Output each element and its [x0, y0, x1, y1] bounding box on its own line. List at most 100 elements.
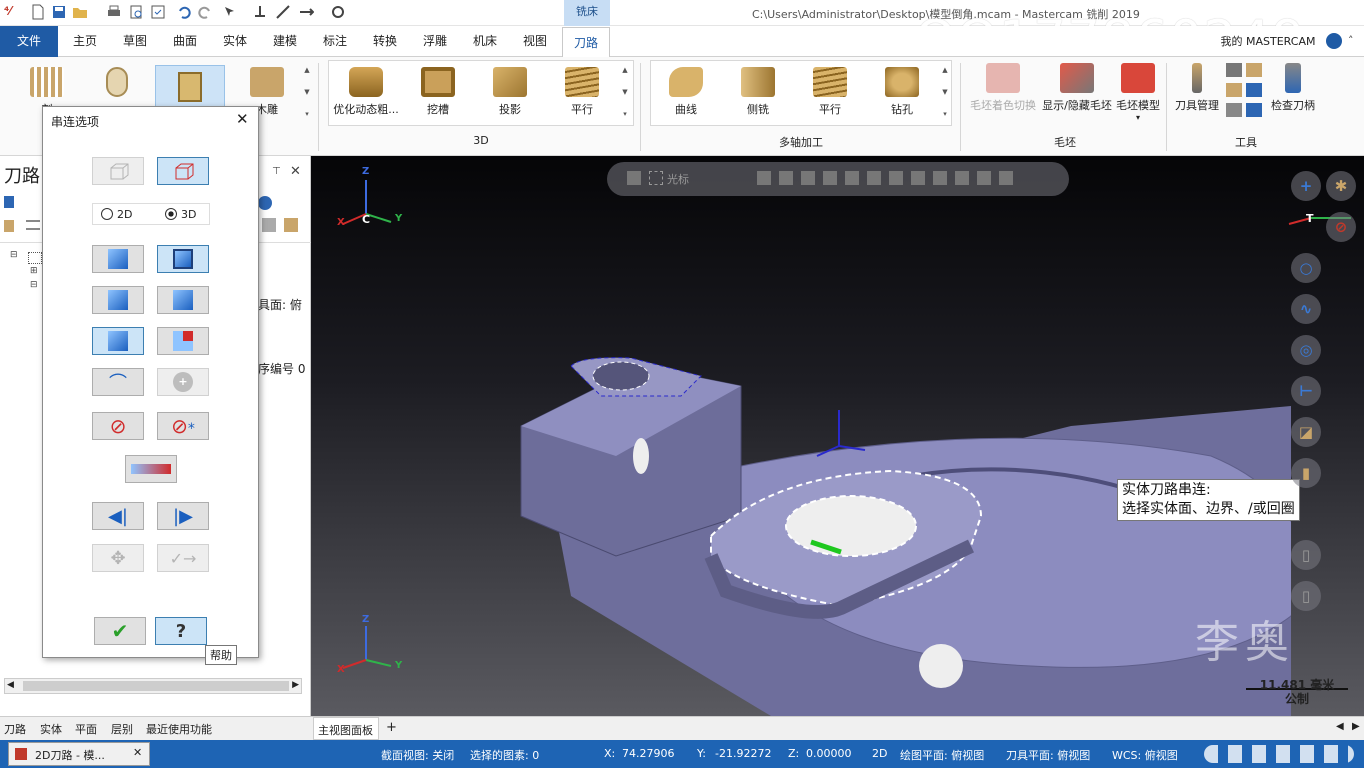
solid-mode-button[interactable] — [157, 157, 209, 185]
reverse-button[interactable] — [125, 455, 177, 483]
tab-transform[interactable]: 转换 — [362, 26, 408, 57]
measure-icon[interactable]: ⊢ — [1291, 376, 1321, 406]
lock-icon[interactable] — [4, 220, 14, 232]
tab-machine[interactable]: 机床 — [462, 26, 508, 57]
grid-icon[interactable] — [262, 218, 276, 232]
radio-3d[interactable] — [165, 208, 177, 220]
tool-small-icon[interactable] — [1226, 83, 1242, 97]
unselect-button[interactable]: ⊘ — [92, 412, 144, 440]
solid-part-model[interactable] — [511, 346, 1291, 716]
btn-show-hide-stock[interactable]: 显示/隐藏毛坯 — [1040, 63, 1114, 113]
tab-solid[interactable]: 实体 — [212, 26, 258, 57]
help-globe-icon[interactable] — [1326, 33, 1342, 49]
tab-main-view-sheet[interactable]: 主视图面板 — [313, 717, 379, 740]
scroll-down-icon[interactable]: ▼ — [940, 87, 950, 97]
select-partial-button[interactable] — [157, 327, 209, 355]
wireframe-mode-button[interactable] — [92, 157, 144, 185]
help-icon[interactable] — [258, 196, 272, 210]
ribbon-btn-2d-2[interactable] — [90, 67, 144, 101]
partial-chain-button[interactable]: ⌒ — [92, 368, 144, 396]
page-icon[interactable]: ▯ — [1291, 581, 1321, 611]
close-icon[interactable]: ✕ — [290, 164, 301, 179]
btn-check-holder[interactable]: 检查刀柄 — [1266, 63, 1320, 113]
select-box-icon[interactable] — [649, 171, 663, 185]
expand-icon[interactable]: ▾ — [940, 109, 950, 119]
add-button[interactable]: + — [157, 368, 209, 396]
btn-tool-manager[interactable]: 刀具管理 — [1172, 63, 1222, 113]
dimension-icon[interactable] — [298, 4, 314, 20]
btn-parallel-multi[interactable]: 平行 — [802, 67, 858, 117]
tab-view[interactable]: 视图 — [512, 26, 558, 57]
scroll-left-icon[interactable]: ◀ — [7, 680, 14, 690]
btn-pocket[interactable]: 挖槽 — [410, 67, 466, 117]
taskbar-item[interactable]: 2D刀路 - 模... ✕ — [8, 742, 150, 766]
ribbon-btn-2d-selected[interactable] — [155, 65, 225, 109]
undo-icon[interactable] — [176, 4, 192, 20]
gear-icon[interactable]: ✱ — [1326, 171, 1356, 201]
wcs-status[interactable]: WCS: 俯视图 — [1112, 747, 1178, 763]
account-link[interactable]: 我的 MASTERCAM — [1218, 26, 1318, 57]
select-face-button[interactable] — [157, 245, 209, 273]
select-edge-button[interactable] — [92, 286, 144, 314]
chevron-up-icon[interactable]: ˄ — [1348, 34, 1354, 47]
transform-icon[interactable] — [330, 4, 346, 20]
cursor-label[interactable]: 光标 — [667, 171, 689, 187]
add-sheet-icon[interactable]: + — [386, 720, 397, 735]
redo-icon[interactable] — [197, 4, 213, 20]
tool-small-icon[interactable] — [1226, 63, 1242, 77]
task-close-icon[interactable]: ✕ — [133, 746, 142, 759]
expand-icon[interactable]: ▾ — [620, 109, 630, 119]
tab-toolpaths-pane[interactable]: 刀路 — [4, 721, 26, 737]
zoom-in-icon[interactable]: + — [1291, 171, 1321, 201]
scroll-down-icon[interactable]: ▼ — [620, 87, 630, 97]
btn-drill[interactable]: 钻孔 — [874, 67, 930, 117]
cube-icon[interactable]: ▮ — [1291, 458, 1321, 488]
radio-2d[interactable] — [101, 208, 113, 220]
btn-curve[interactable]: 曲线 — [658, 67, 714, 117]
select-arrow-icon[interactable] — [222, 4, 238, 20]
properties-icon[interactable] — [150, 4, 166, 20]
tab-relief[interactable]: 浮雕 — [412, 26, 458, 57]
select-body-button[interactable] — [92, 245, 144, 273]
next-button[interactable]: |▶ — [157, 502, 209, 530]
sheet-prev-icon[interactable]: ◀ — [1336, 721, 1344, 732]
tree-expand-icon[interactable]: ⊞ — [30, 266, 38, 276]
tool-small-icon[interactable] — [1246, 63, 1262, 77]
tab-solids-pane[interactable]: 实体 — [40, 721, 62, 737]
btn-optimized-dynamic-rough[interactable]: 优化动态粗... — [332, 67, 400, 117]
section-view-status[interactable]: 截面视图: 关闭 — [381, 747, 454, 763]
tab-annotate[interactable]: 标注 — [312, 26, 358, 57]
tab-model[interactable]: 建模 — [262, 26, 308, 57]
btn-swarf[interactable]: 侧铣 — [730, 67, 786, 117]
end-button[interactable]: ✓→ — [157, 544, 209, 572]
select-icon[interactable] — [4, 196, 14, 208]
graphics-viewport[interactable]: 光标 Z C Y X Z Y X T 实体刀路串连: 选择实体面、边界、/或回圈… — [311, 156, 1364, 716]
lock-icon[interactable] — [627, 171, 641, 185]
expand-icon[interactable]: ▾ — [302, 109, 312, 119]
print-preview-icon[interactable] — [128, 4, 144, 20]
select-feature-button[interactable] — [92, 327, 144, 355]
move-button[interactable]: ✥ — [92, 544, 144, 572]
scroll-up-icon[interactable]: ▲ — [940, 65, 950, 75]
new-file-icon[interactable] — [30, 4, 46, 20]
pin-icon[interactable]: ⊤ — [272, 166, 281, 177]
tab-toolpaths[interactable]: 刀路 — [562, 27, 610, 58]
tab-sketch[interactable]: 草图 — [112, 26, 158, 57]
wave-icon[interactable] — [26, 220, 40, 230]
print-icon[interactable] — [106, 4, 122, 20]
save-icon[interactable] — [51, 4, 67, 20]
tab-home[interactable]: 主页 — [62, 26, 108, 57]
unselect-all-button[interactable]: ⊘* — [157, 412, 209, 440]
scroll-right-icon[interactable]: ▶ — [292, 680, 299, 690]
spline-icon[interactable]: ∿ — [1291, 294, 1321, 324]
btn-stock-model[interactable]: 毛坯模型 ▾ — [1114, 63, 1162, 122]
previous-button[interactable]: ◀| — [92, 502, 144, 530]
dialog-close-icon[interactable]: ✕ — [236, 110, 249, 128]
scroll-up-icon[interactable]: ▲ — [620, 65, 630, 75]
scroll-up-icon[interactable]: ▲ — [302, 65, 312, 75]
horizontal-scrollbar[interactable]: ◀ ▶ — [4, 678, 302, 694]
point-icon[interactable] — [252, 4, 268, 20]
scroll-thumb[interactable] — [23, 681, 289, 691]
tab-surface[interactable]: 曲面 — [162, 26, 208, 57]
tool-small-icon[interactable] — [1246, 83, 1262, 97]
